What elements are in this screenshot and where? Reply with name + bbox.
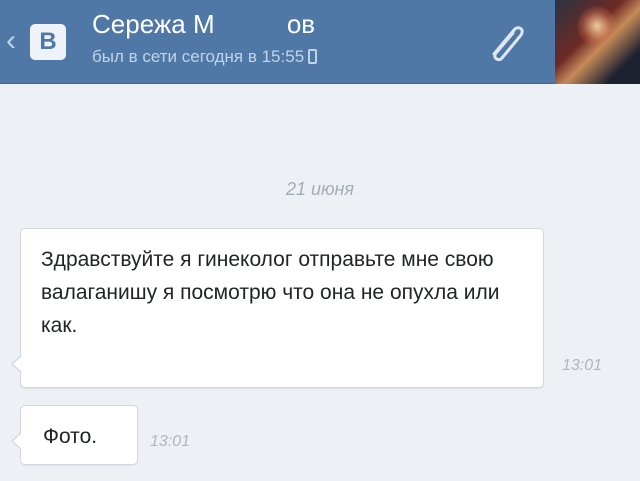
chevron-left-icon: ‹ — [6, 24, 16, 57]
contact-name[interactable]: Сережа М ов — [92, 8, 315, 40]
chat-header: ‹ B Сережа М ов был в сети сегодня в 15:… — [0, 0, 640, 84]
date-separator: 21 июня — [285, 179, 355, 199]
message-bubble[interactable]: Здравствуйте я гинеколог отправьте мне с… — [11, 228, 544, 388]
back-button[interactable]: ‹ B — [0, 0, 84, 84]
mobile-phone-icon — [308, 49, 318, 64]
message-bubble[interactable]: Фото. — [11, 405, 138, 465]
chat-screen: ‹ B Сережа М ов был в сети сегодня в 15:… — [0, 0, 640, 481]
contact-avatar[interactable] — [555, 0, 640, 84]
message-text: Здравствуйте я гинеколог отправьте мне с… — [41, 248, 500, 337]
last-seen-text: был в сети сегодня в 15:55 — [92, 47, 305, 66]
contact-status: был в сети сегодня в 15:55 — [92, 46, 318, 68]
attach-button[interactable] — [482, 20, 530, 69]
vk-logo: B — [30, 24, 66, 60]
message-time: 13:01 — [562, 357, 603, 374]
message-time: 13:01 — [150, 433, 191, 450]
paperclip-icon — [492, 26, 524, 62]
avatar-photo — [577, 6, 617, 46]
message-text: Фото. — [43, 425, 98, 448]
